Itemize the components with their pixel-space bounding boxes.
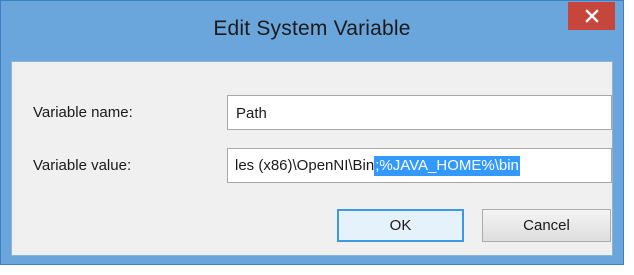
ok-button[interactable]: OK bbox=[337, 209, 464, 242]
variable-value-label: Variable value: bbox=[33, 157, 132, 174]
edit-system-variable-dialog: Edit System Variable Variable name: Path… bbox=[0, 0, 624, 265]
variable-value-unselected: les (x86)\OpenNI\Bin bbox=[235, 157, 375, 174]
close-button[interactable] bbox=[568, 2, 615, 30]
dialog-body: Variable name: Path Variable value: les … bbox=[11, 61, 613, 256]
variable-name-input[interactable]: Path bbox=[227, 95, 612, 130]
variable-value-selection: ;%JAVA_HOME%\bin bbox=[374, 155, 520, 176]
dialog-title: Edit System Variable bbox=[213, 17, 411, 40]
cancel-button[interactable]: Cancel bbox=[482, 209, 611, 242]
variable-value-text: les (x86)\OpenNI\Bin ;%JAVA_HOME%\bin bbox=[228, 149, 520, 182]
close-icon bbox=[584, 9, 599, 23]
title-bar[interactable]: Edit System Variable bbox=[1, 1, 623, 61]
variable-name-label: Variable name: bbox=[33, 104, 133, 121]
variable-value-input[interactable]: les (x86)\OpenNI\Bin ;%JAVA_HOME%\bin bbox=[227, 148, 612, 183]
variable-name-value: Path bbox=[236, 105, 267, 122]
